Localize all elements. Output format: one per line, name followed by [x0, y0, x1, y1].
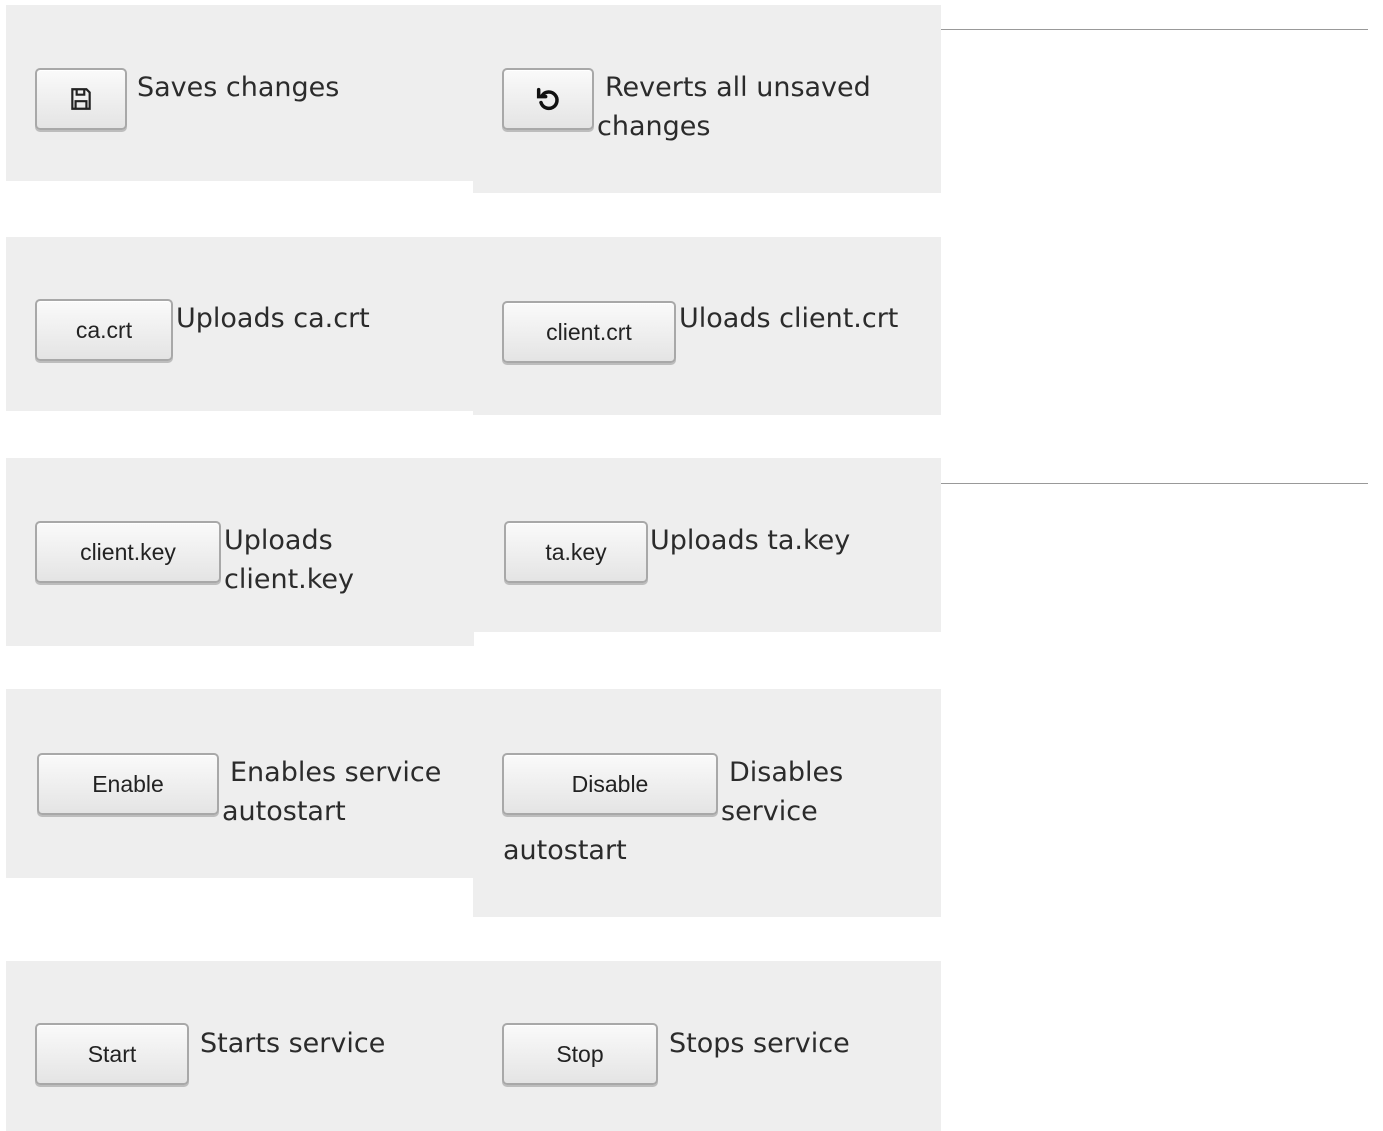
disable-description: Disables service: [721, 753, 861, 831]
ca-crt-description: Uploads ca.crt: [176, 303, 370, 334]
save-button[interactable]: [35, 68, 127, 130]
client-crt-upload-button[interactable]: client.crt: [502, 301, 676, 363]
stop-description: Stops service: [669, 1028, 850, 1059]
disable-description-text: Disables service: [721, 757, 844, 827]
stop-button[interactable]: Stop: [502, 1023, 658, 1085]
enable-button[interactable]: Enable: [37, 753, 219, 815]
ta-key-description: Uploads ta.key: [650, 525, 851, 556]
divider-line: [940, 483, 1368, 484]
client-key-description: Uploads client.key: [224, 525, 355, 595]
divider-line: [940, 29, 1368, 30]
start-description: Starts service: [200, 1028, 386, 1059]
save-icon: [71, 88, 91, 110]
client-key-upload-button[interactable]: client.key: [35, 521, 221, 583]
undo-icon: [536, 87, 559, 111]
revert-description: Reverts all unsaved changes: [597, 72, 871, 142]
ta-key-upload-button[interactable]: ta.key: [504, 521, 648, 583]
revert-button[interactable]: [502, 68, 594, 130]
ca-crt-upload-button[interactable]: ca.crt: [35, 299, 173, 361]
save-description: Saves changes: [137, 72, 340, 103]
start-button[interactable]: Start: [35, 1023, 189, 1085]
disable-button[interactable]: Disable: [502, 753, 718, 815]
enable-description: Enables service autostart: [222, 757, 442, 827]
client-crt-description: Uloads client.crt: [679, 303, 899, 334]
disable-description-wrap: autostart: [503, 835, 627, 866]
